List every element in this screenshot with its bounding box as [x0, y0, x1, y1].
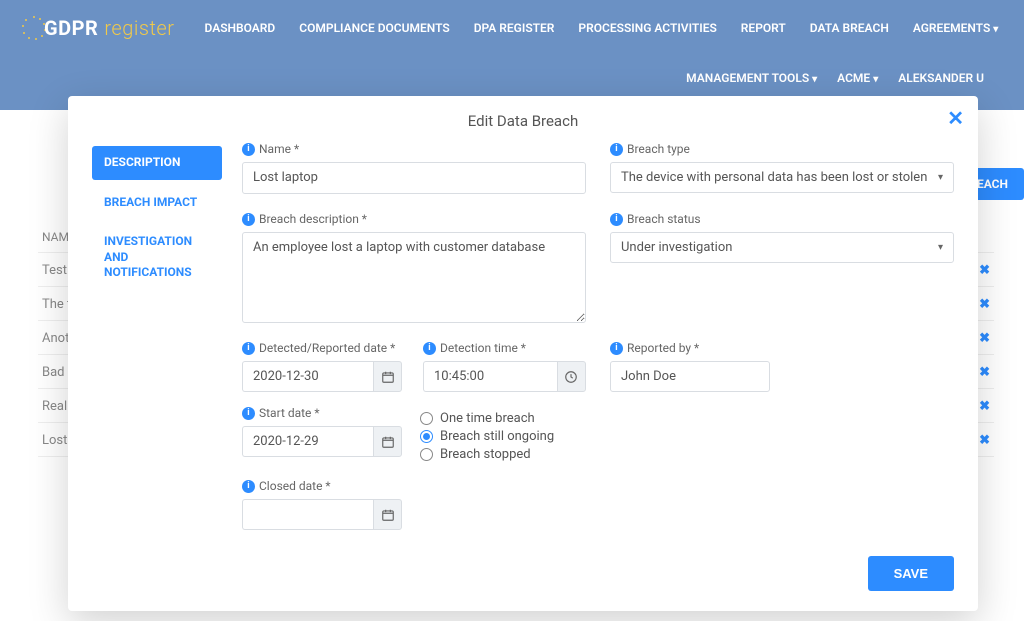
calendar-icon[interactable] [373, 361, 402, 392]
tab-investigation-notifications[interactable]: INVESTIGATION AND NOTIFICATIONS [92, 225, 222, 290]
nav-processing-activities[interactable]: PROCESSING ACTIVITIES [568, 13, 726, 43]
radio-icon [420, 412, 433, 425]
delete-icon[interactable]: ✖ [979, 365, 990, 380]
nav-data-breach[interactable]: DATA BREACH [800, 13, 899, 43]
brand-logo[interactable]: GDPR register [20, 14, 175, 42]
info-icon[interactable]: i [242, 143, 255, 156]
delete-icon[interactable]: ✖ [979, 433, 990, 448]
nav-org-switcher[interactable]: ACME [827, 63, 888, 93]
label-name: i Name * [242, 142, 586, 156]
info-icon[interactable]: i [610, 342, 623, 355]
secondary-nav: MANAGEMENT TOOLS ACME ALEKSANDER U [20, 55, 1004, 100]
info-icon[interactable]: i [610, 213, 623, 226]
nav-user-menu[interactable]: ALEKSANDER U [888, 63, 994, 93]
label-detection-time: i Detection time * [423, 341, 586, 355]
top-navbar: GDPR register DASHBOARD COMPLIANCE DOCUM… [0, 0, 1024, 110]
nav-compliance-documents[interactable]: COMPLIANCE DOCUMENTS [289, 13, 459, 43]
radio-ongoing[interactable]: Breach still ongoing [420, 429, 586, 444]
nav-management-tools[interactable]: MANAGEMENT TOOLS [676, 63, 827, 93]
reported-by-field[interactable] [610, 361, 770, 392]
caret-down-icon [870, 71, 878, 85]
info-icon[interactable]: i [242, 342, 255, 355]
radio-stopped[interactable]: Breach stopped [420, 447, 586, 462]
modal-title: Edit Data Breach [92, 112, 954, 130]
detection-time-field[interactable] [423, 361, 557, 392]
breach-description-field[interactable]: An employee lost a laptop with customer … [242, 232, 586, 323]
label-start-date: i Start date * [242, 406, 402, 420]
info-icon[interactable]: i [242, 213, 255, 226]
info-icon[interactable]: i [610, 143, 623, 156]
save-button[interactable]: SAVE [868, 556, 954, 591]
label-breach-type: i Breach type [610, 142, 954, 156]
brand-text-gdpr: GDPR [44, 16, 98, 40]
delete-icon[interactable]: ✖ [979, 331, 990, 346]
delete-icon[interactable]: ✖ [979, 263, 990, 278]
primary-nav: DASHBOARD COMPLIANCE DOCUMENTS DPA REGIS… [195, 13, 1009, 43]
breach-status-select[interactable]: Under investigation [610, 232, 954, 263]
name-field[interactable]: Lost laptop [242, 162, 586, 194]
brand-text-register: register [104, 16, 174, 40]
start-date-field[interactable] [242, 426, 373, 457]
caret-down-icon [990, 21, 998, 35]
label-detected-date: i Detected/Reported date * [242, 341, 405, 355]
info-icon[interactable]: i [242, 480, 255, 493]
info-icon[interactable]: i [423, 342, 436, 355]
tab-description[interactable]: DESCRIPTION [92, 146, 222, 180]
delete-icon[interactable]: ✖ [979, 399, 990, 414]
detected-date-field[interactable] [242, 361, 373, 392]
closed-date-field[interactable] [242, 499, 373, 530]
nav-dpa-register[interactable]: DPA REGISTER [464, 13, 565, 43]
label-closed-date: i Closed date * [242, 479, 586, 493]
calendar-icon[interactable] [373, 426, 402, 457]
close-button[interactable]: ✕ [947, 106, 964, 130]
label-breach-description: i Breach description * [242, 212, 586, 226]
calendar-icon[interactable] [373, 499, 402, 530]
nav-dashboard[interactable]: DASHBOARD [195, 13, 286, 43]
tab-breach-impact[interactable]: BREACH IMPACT [92, 186, 222, 220]
nav-agreements[interactable]: AGREEMENTS [903, 13, 1008, 43]
delete-icon[interactable]: ✖ [979, 297, 990, 312]
edit-breach-modal: ✕ Edit Data Breach DESCRIPTION BREACH IM… [68, 96, 978, 611]
info-icon[interactable]: i [242, 407, 255, 420]
nav-report[interactable]: REPORT [731, 13, 796, 43]
radio-icon [420, 430, 433, 443]
radio-one-time[interactable]: One time breach [420, 411, 586, 426]
label-breach-status: i Breach status [610, 212, 954, 226]
radio-icon [420, 448, 433, 461]
clock-icon[interactable] [557, 361, 586, 392]
caret-down-icon [809, 71, 817, 85]
breach-type-select[interactable]: The device with personal data has been l… [610, 162, 954, 193]
label-reported-by: i Reported by * [610, 341, 954, 355]
modal-side-tabs: DESCRIPTION BREACH IMPACT INVESTIGATION … [92, 142, 222, 540]
